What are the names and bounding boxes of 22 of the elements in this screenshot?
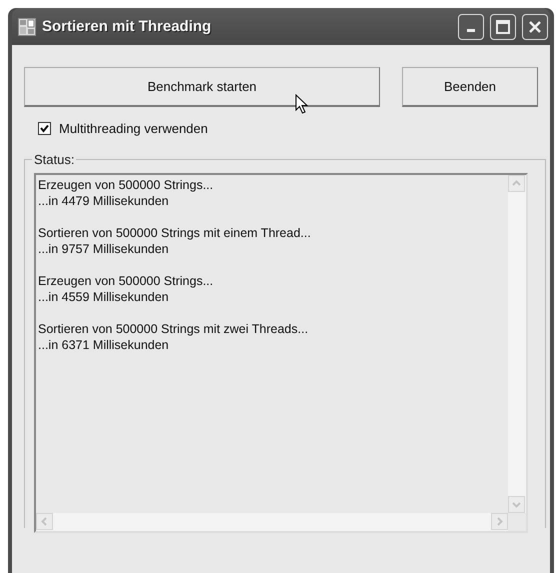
start-button[interactable]: Benchmark starten (24, 67, 380, 107)
cursor-icon (295, 94, 308, 114)
close-button[interactable] (522, 14, 548, 40)
app-icon (18, 18, 36, 36)
log-line: ...in 6371 Millisekunden (38, 337, 170, 353)
log-line: ...in 4479 Millisekunden (38, 193, 170, 209)
log-line: Erzeugen von 500000 Strings... (38, 177, 214, 193)
log-line: Sortieren von 500000 Strings mit einem Thread... (38, 225, 312, 241)
maximize-button[interactable] (490, 14, 516, 40)
exit-button[interactable]: Beenden (402, 67, 538, 107)
group-label: Status: (33, 152, 76, 167)
window-title: Sortieren mit Threading (42, 18, 212, 35)
log-line: Sortieren von 500000 Strings mit zwei Threads... (38, 321, 310, 337)
close-icon (528, 20, 542, 34)
minimize-button[interactable] (458, 14, 484, 40)
minimize-icon (467, 29, 475, 32)
log-line: ...in 4559 Millisekunden (38, 289, 170, 305)
log-line: Erzeugen von 500000 Strings... (38, 273, 214, 289)
checkbox[interactable] (38, 122, 51, 135)
checkbox-label: Multithreading verwenden (59, 121, 208, 136)
log-line: ...in 9757 Millisekunden (38, 241, 170, 257)
maximize-icon (496, 20, 510, 34)
